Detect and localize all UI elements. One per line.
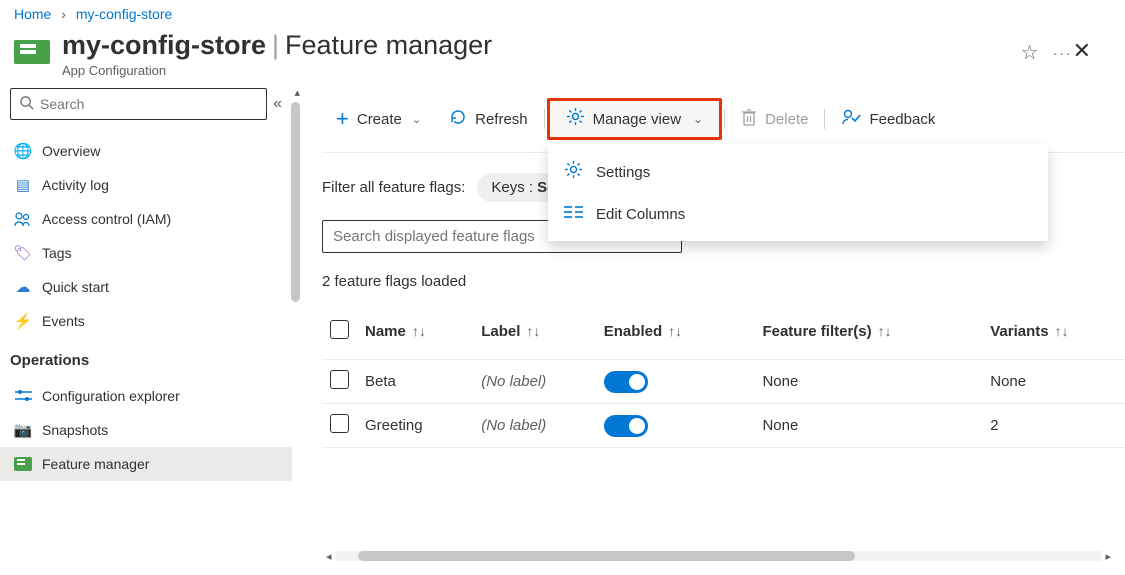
people-icon <box>14 210 32 228</box>
globe-icon: 🌐 <box>14 142 32 160</box>
feedback-icon <box>841 108 861 131</box>
breadcrumb: Home › my-config-store <box>0 0 1125 22</box>
sort-icon: ↑↓ <box>878 323 892 339</box>
manage-view-button[interactable]: Manage view ⌄ <box>547 98 722 140</box>
sort-icon: ↑↓ <box>526 323 540 339</box>
favorite-star-icon[interactable]: ☆ <box>1021 40 1039 65</box>
collapse-sidebar-icon[interactable]: « <box>273 95 282 113</box>
sort-icon: ↑↓ <box>1055 323 1069 339</box>
row-checkbox[interactable] <box>330 370 349 389</box>
cloud-icon: ☁ <box>14 278 32 296</box>
search-icon <box>19 95 34 113</box>
column-header-name[interactable]: Name↑↓ <box>357 310 473 360</box>
sliders-icon <box>14 387 32 405</box>
log-icon: ▤ <box>14 176 32 194</box>
breadcrumb-store[interactable]: my-config-store <box>76 6 172 22</box>
close-icon[interactable]: ✕ <box>1073 38 1091 64</box>
camera-icon: 📷 <box>14 421 32 439</box>
sidebar-item-feature-manager[interactable]: Feature manager <box>0 447 292 481</box>
feature-flags-table: Name↑↓ Label↑↓ Enabled↑↓ Feature filter(… <box>322 310 1125 448</box>
column-header-label[interactable]: Label↑↓ <box>473 310 596 360</box>
cell-label: (No label) <box>473 360 596 404</box>
sidebar-item-configuration-explorer[interactable]: Configuration explorer <box>0 379 292 413</box>
result-count: 2 feature flags loaded <box>322 273 1125 290</box>
sidebar-item-quick-start[interactable]: ☁Quick start <box>0 270 292 304</box>
column-header-variants[interactable]: Variants↑↓ <box>982 310 1125 360</box>
scroll-right-arrow-icon[interactable]: ▸ <box>1101 550 1115 563</box>
table-row[interactable]: Beta (No label) None None <box>322 360 1125 404</box>
cell-name: Greeting <box>357 404 473 448</box>
create-button[interactable]: + Create ⌄ <box>322 100 435 138</box>
sidebar-nav-operations: Configuration explorer 📷Snapshots Featur… <box>0 379 292 481</box>
plus-icon: + <box>336 106 349 132</box>
trash-icon <box>741 108 757 131</box>
page-title: my-config-store|Feature manager <box>62 30 1021 61</box>
sidebar-nav-top: 🌐Overview ▤Activity log Access control (… <box>0 134 292 338</box>
columns-icon <box>564 204 584 225</box>
column-header-enabled[interactable]: Enabled↑↓ <box>596 310 739 360</box>
enabled-toggle[interactable] <box>604 415 648 437</box>
sort-icon: ↑↓ <box>668 323 682 339</box>
breadcrumb-home[interactable]: Home <box>14 6 51 22</box>
cell-name: Beta <box>357 360 473 404</box>
tag-icon: 🏷 <box>14 244 32 262</box>
gear-icon <box>564 160 584 184</box>
more-icon[interactable]: ··· <box>1053 45 1073 61</box>
resource-icon <box>14 40 50 64</box>
content-pane: + Create ⌄ Refresh Manage view ⌄ <box>300 88 1125 563</box>
sidebar-search[interactable] <box>10 88 267 120</box>
sidebar-item-overview[interactable]: 🌐Overview <box>0 134 292 168</box>
sort-icon: ↑↓ <box>412 323 426 339</box>
cell-variants: 2 <box>982 404 1125 448</box>
toolbar-separator <box>724 109 725 129</box>
chevron-down-icon: ⌄ <box>412 113 421 126</box>
chevron-right-icon: › <box>61 6 66 22</box>
sidebar-item-snapshots[interactable]: 📷Snapshots <box>0 413 292 447</box>
select-all-checkbox[interactable] <box>330 320 349 339</box>
toolbar-separator <box>544 109 545 129</box>
cell-variants: None <box>982 360 1125 404</box>
sidebar-item-access-control[interactable]: Access control (IAM) <box>0 202 292 236</box>
feedback-button[interactable]: Feedback <box>827 102 949 137</box>
cell-filters: None <box>738 360 982 404</box>
chevron-down-icon: ⌄ <box>693 112 703 126</box>
dropdown-item-settings[interactable]: Settings <box>548 150 1048 194</box>
scroll-left-arrow-icon[interactable]: ◂ <box>322 550 336 563</box>
page-header: my-config-store|Feature manager App Conf… <box>0 22 1125 88</box>
sidebar: « ▴ 🌐Overview ▤Activity log Access contr… <box>0 88 300 563</box>
scrollbar-thumb[interactable] <box>358 551 856 561</box>
row-checkbox[interactable] <box>330 414 349 433</box>
dropdown-item-edit-columns[interactable]: Edit Columns <box>548 194 1048 235</box>
table-row[interactable]: Greeting (No label) None 2 <box>322 404 1125 448</box>
sidebar-item-events[interactable]: ⚡Events <box>0 304 292 338</box>
enabled-toggle[interactable] <box>604 371 648 393</box>
refresh-icon <box>449 108 467 131</box>
refresh-button[interactable]: Refresh <box>435 102 542 137</box>
horizontal-scrollbar[interactable]: ◂ ▸ <box>322 551 1115 561</box>
sidebar-search-input[interactable] <box>40 96 258 112</box>
sidebar-item-tags[interactable]: 🏷Tags <box>0 236 292 270</box>
filter-label: Filter all feature flags: <box>322 179 465 196</box>
feature-icon <box>14 455 32 473</box>
cell-filters: None <box>738 404 982 448</box>
sidebar-item-activity-log[interactable]: ▤Activity log <box>0 168 292 202</box>
gear-icon <box>566 107 585 131</box>
cell-label: (No label) <box>473 404 596 448</box>
sidebar-scrollbar[interactable] <box>291 102 300 302</box>
manage-view-dropdown: Settings Edit Columns <box>548 144 1048 241</box>
sidebar-section-operations: Operations <box>0 338 292 373</box>
service-subtitle: App Configuration <box>62 63 1021 78</box>
toolbar-separator <box>824 109 825 129</box>
column-header-filters[interactable]: Feature filter(s)↑↓ <box>738 310 982 360</box>
delete-button: Delete <box>727 102 822 137</box>
bolt-icon: ⚡ <box>14 312 32 330</box>
